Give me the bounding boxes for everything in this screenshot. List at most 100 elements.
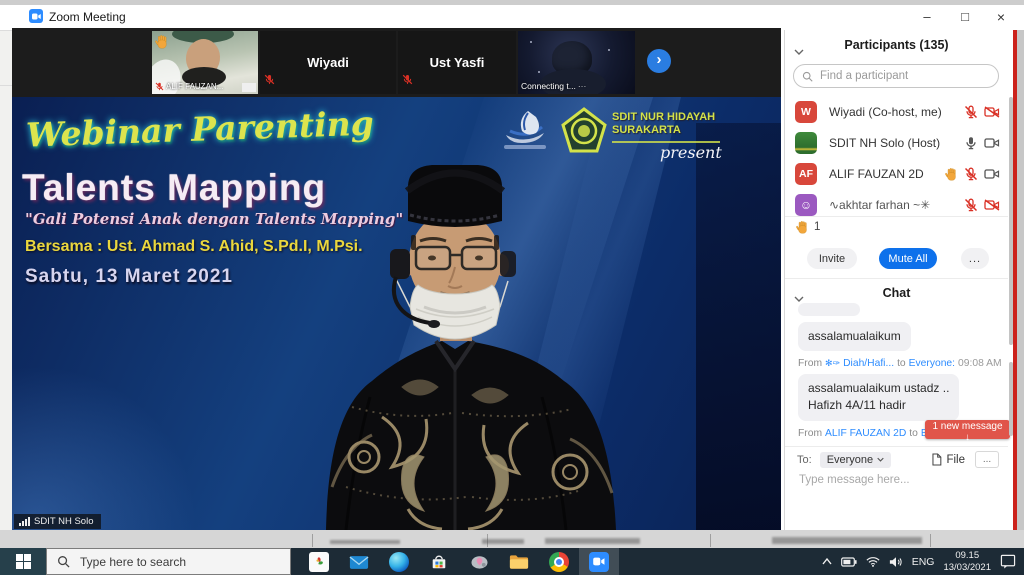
background-text-smudge xyxy=(545,538,640,544)
language-indicator[interactable]: ENG xyxy=(912,556,935,568)
loading-dots: ··· xyxy=(578,81,587,91)
edge-browser-icon[interactable] xyxy=(379,548,419,575)
windows-logo-icon xyxy=(16,554,31,569)
start-button[interactable] xyxy=(0,548,46,575)
mic-on-icon xyxy=(964,136,978,150)
mic-muted-icon xyxy=(964,198,978,212)
camera-glyph xyxy=(32,13,41,20)
taskbar-search[interactable] xyxy=(46,548,291,575)
search-icon xyxy=(57,555,70,568)
video-tile-alif-fauzan[interactable]: ALIF FAUZAN... xyxy=(152,31,258,94)
camera-on-icon xyxy=(984,137,1000,149)
mic-muted-icon xyxy=(264,72,275,90)
chevron-down-icon xyxy=(877,457,884,462)
video-tile-label: Wiyadi xyxy=(307,55,349,70)
chat-bubble: assalamualaikum xyxy=(798,322,911,351)
window-title: Zoom Meeting xyxy=(49,10,126,24)
video-tile-wiyadi[interactable]: Wiyadi xyxy=(260,31,396,94)
new-message-button[interactable]: 1 new message ↓ xyxy=(925,420,1010,439)
video-filmstrip: ALIF FAUZAN... Wiyadi Ust Yasfi Connecti… xyxy=(12,28,781,97)
zoom-app-icon-taskbar[interactable] xyxy=(579,548,619,575)
divider xyxy=(930,534,931,547)
participant-row[interactable]: AF ALIF FAUZAN 2D xyxy=(785,158,1008,189)
mic-muted-icon xyxy=(155,82,164,91)
sender-link[interactable]: ALIF FAUZAN 2D xyxy=(825,428,906,439)
file-icon xyxy=(931,453,942,466)
slide-quote: "Gali Potensi Anak dengan Talents Mappin… xyxy=(25,210,403,228)
side-panel: Participants (135) W Wiyadi (Co-host, me… xyxy=(784,30,1008,541)
sender-emoji-icons: ✻✑ xyxy=(825,358,840,369)
chat-more-button[interactable]: ... xyxy=(975,451,999,468)
background-text-smudge xyxy=(772,537,922,544)
avatar: AF xyxy=(795,163,817,185)
divider xyxy=(0,85,12,86)
battery-icon[interactable] xyxy=(841,557,857,567)
windows-taskbar: ENG 09.15 13/03/2021 xyxy=(0,548,1024,575)
backdrop-pillar xyxy=(696,123,781,530)
file-explorer-icon[interactable] xyxy=(499,548,539,575)
mail-app-icon[interactable] xyxy=(339,548,379,575)
participant-row[interactable]: W Wiyadi (Co-host, me) xyxy=(785,96,1008,127)
sender-link[interactable]: Diah/Hafi... xyxy=(843,358,894,369)
background-window-sliver xyxy=(0,30,12,530)
mic-muted-icon xyxy=(402,72,413,90)
mic-muted-icon xyxy=(964,105,978,119)
divider xyxy=(785,446,1008,447)
paint3d-app-icon[interactable] xyxy=(459,548,499,575)
taskbar-search-input[interactable] xyxy=(78,554,280,570)
search-icon xyxy=(802,71,813,82)
video-tile-connecting[interactable]: Connecting t... ··· xyxy=(518,31,635,94)
raised-hand-icon xyxy=(155,34,169,54)
recipient-dropdown[interactable]: Everyone xyxy=(820,452,891,468)
avatar: ☺ xyxy=(795,194,817,216)
signal-bars-icon xyxy=(19,517,30,526)
screen: Zoom Meeting – □ × ALIF FAUZAN... Wiyadi xyxy=(0,0,1024,575)
chat-bubble: assalamualaikum ustadz .. Hafizh 4A/11 h… xyxy=(798,374,959,421)
org-name-line1: SDIT NUR HIDAYAH xyxy=(612,111,715,123)
clock-date: 13/03/2021 xyxy=(943,562,991,573)
invite-button[interactable]: Invite xyxy=(807,248,857,269)
divider xyxy=(785,216,1008,217)
raised-hand-icon xyxy=(945,167,958,181)
chat-send-controls: To: Everyone File ... xyxy=(797,451,999,468)
participants-more-button[interactable]: ... xyxy=(961,248,989,269)
avatar: W xyxy=(795,101,817,123)
background-window-edge xyxy=(1017,30,1024,541)
wifi-icon[interactable] xyxy=(866,556,880,567)
light-beam xyxy=(12,365,197,530)
message-time: 09:08 AM xyxy=(958,358,1012,369)
recipient-link[interactable]: Everyone: xyxy=(909,358,955,369)
mute-all-button[interactable]: Mute All xyxy=(879,248,937,269)
next-videos-button[interactable]: › xyxy=(647,49,671,73)
raised-hands-count: 1 xyxy=(814,221,820,233)
participant-search-input[interactable] xyxy=(818,69,990,83)
taskbar-clock[interactable]: 09.15 13/03/2021 xyxy=(943,550,991,573)
photo-app-icon[interactable] xyxy=(299,548,339,575)
slide-main-title: Talents Mapping xyxy=(22,167,326,209)
close-button[interactable]: × xyxy=(988,7,1014,27)
divider xyxy=(312,534,313,547)
main-video-stage: Webinar Parenting Talents Mapping "Gali … xyxy=(12,97,781,530)
participants-header: Participants (135) xyxy=(785,38,1008,52)
window-titlebar: Zoom Meeting – □ × xyxy=(0,5,1024,30)
participant-row[interactable]: SDIT NH Solo (Host) xyxy=(785,127,1008,158)
volume-icon[interactable] xyxy=(889,556,903,568)
chat-header: Chat xyxy=(785,286,1008,300)
action-center-icon[interactable] xyxy=(1000,554,1016,569)
clock-time: 09.15 xyxy=(943,550,991,561)
tray-expand-icon[interactable] xyxy=(822,558,832,565)
divider xyxy=(710,534,711,547)
maximize-button[interactable]: □ xyxy=(952,7,978,27)
chat-message-input[interactable] xyxy=(797,473,997,487)
slide-presenter-line: Bersama : Ust. Ahmad S. Ahid, S.Pd.I, M.… xyxy=(25,238,363,256)
zoom-app-icon xyxy=(29,9,43,23)
video-tile-ust-yasfi[interactable]: Ust Yasfi xyxy=(398,31,516,94)
slide-date-line: Sabtu, 13 Maret 2021 xyxy=(25,266,233,288)
microsoft-store-icon[interactable] xyxy=(419,548,459,575)
minimize-button[interactable]: – xyxy=(914,7,940,27)
org-name-line2: SURAKARTA xyxy=(612,124,681,136)
chrome-browser-icon[interactable] xyxy=(539,548,579,575)
file-button[interactable]: File xyxy=(931,453,965,466)
taskbar-app-icons xyxy=(299,548,619,575)
to-label: To: xyxy=(797,454,812,466)
